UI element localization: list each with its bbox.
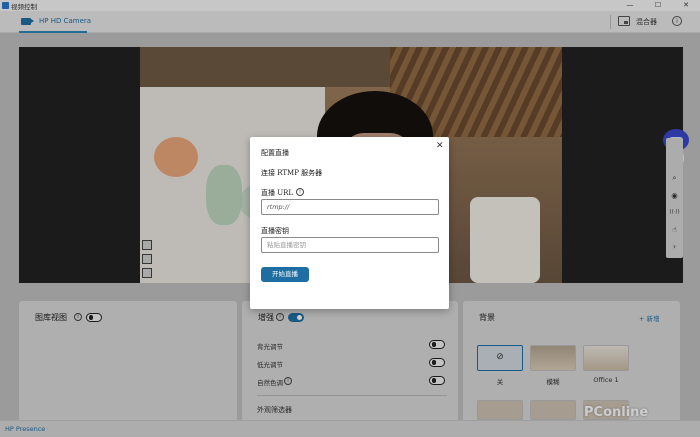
preview-tools [140,240,154,283]
close-button[interactable]: ✕ [672,0,700,11]
background-title: 背景 [479,313,495,322]
natural-tone-info-icon[interactable]: i [284,377,292,385]
dialog-title: 配置直播 [261,149,289,157]
dialog-subtitle: 连接 RTMP 服务器 [261,169,323,177]
tab-bar: HP HD Camera 混合器 i [0,11,700,33]
camera-rail-icon[interactable]: ⌕ [669,172,680,183]
enhance-toggle[interactable] [288,313,304,322]
backlight-toggle[interactable] [429,340,445,349]
gallery-info-icon[interactable]: i [74,313,82,321]
close-icon[interactable]: ✕ [436,141,444,151]
gesture-rail-icon[interactable]: ☝ [669,224,680,235]
stream-key-label: 直播密钥 [261,227,289,235]
status-bar: HP Presence [0,420,700,437]
title-bar: 视频控制 — ☐ ✕ [0,0,700,11]
background-blur-label: 模糊 [546,378,560,386]
enhance-divider [257,395,447,396]
maximize-button[interactable]: ☐ [644,0,672,11]
appearance-filters-label[interactable]: 外观筛选器 [257,405,292,415]
mixer-icon[interactable] [618,16,630,26]
lowlight-label: 低光调节 [257,361,283,369]
crop-tool-icon[interactable] [142,240,152,250]
natural-tone-label: 自然色调 [257,379,283,387]
stream-url-label: 直播 URL [261,189,294,197]
expand-rail-icon[interactable]: › [669,241,680,252]
camera-icon [21,18,34,25]
stream-url-input[interactable]: rtmp:// [261,199,439,215]
stream-key-input[interactable]: 粘贴直播密钥 [261,237,439,253]
watermark-text: PConline [584,405,649,420]
backlight-label: 背光调节 [257,343,283,351]
frame-tool-icon[interactable] [142,254,152,264]
copy-tool-icon[interactable] [142,268,152,278]
natural-tone-toggle[interactable] [429,376,445,385]
live-stream-dialog: 配置直播 ✕ 连接 RTMP 服务器 直播 URL i rtmp:// 直播密钥… [250,137,449,309]
record-rail-icon[interactable]: ◉ [669,190,680,201]
background-none-label: 关 [496,378,504,386]
tab-camera-label: HP HD Camera [39,17,92,25]
tab-camera[interactable]: HP HD Camera [19,11,91,33]
status-app-name: HP Presence [5,425,46,433]
stream-url-info-icon[interactable]: i [296,188,304,196]
broadcast-rail-icon[interactable]: ((·)) [669,207,680,218]
gallery-toggle[interactable] [86,313,102,322]
lowlight-toggle[interactable] [429,358,445,367]
app-icon [2,2,9,9]
background-office1-label: Office 1 [593,376,619,384]
side-rail: ⌕ ◉ ((·)) ☝ › [666,138,683,258]
info-icon[interactable]: i [672,16,682,26]
tabbar-divider [610,15,611,29]
gallery-panel: 图库视图 i [19,301,237,422]
background-option[interactable] [477,400,523,420]
start-stream-button[interactable]: 开始直播 [261,267,309,282]
enhance-title: 增强 [258,313,274,322]
background-option[interactable] [530,400,576,420]
mixer-button[interactable]: 混合器 [636,17,657,27]
gallery-title: 图库视图 [35,313,67,322]
window-title: 视频控制 [11,3,37,11]
add-background-button[interactable]: + 新增 [639,313,660,323]
background-office1-option[interactable] [583,345,629,371]
background-panel: 背景 + 新增 ⊘ 关 模糊 Office 1 [463,301,680,422]
background-none-option[interactable]: ⊘ [477,345,523,371]
enhance-info-icon[interactable]: i [276,313,284,321]
background-blur-option[interactable] [530,345,576,371]
none-icon: ⊘ [496,352,504,362]
enhance-panel: 增强 i 背光调节 低光调节 自然色调 i 外观筛选器 [242,301,458,422]
minimize-button[interactable]: — [616,0,644,11]
